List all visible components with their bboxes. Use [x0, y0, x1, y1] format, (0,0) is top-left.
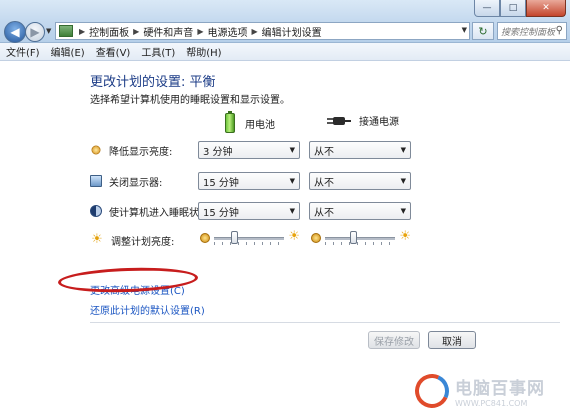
- sleep-plugged-value: 从不: [314, 207, 334, 219]
- battery-icon: [225, 111, 235, 133]
- chevron-down-icon: ▼: [400, 146, 406, 154]
- sun-icon: ☀: [91, 232, 103, 247]
- watermark-url: WWW.PC841.COM: [455, 399, 528, 408]
- setting-label-sleep: 使计算机进入睡眠状态:: [109, 207, 213, 219]
- breadcrumb-power-options[interactable]: 电源选项: [207, 24, 247, 39]
- turn-off-display-battery-select[interactable]: 15 分钟 ▼: [198, 172, 300, 190]
- back-arrow-icon[interactable]: ◀: [4, 21, 26, 43]
- menu-file[interactable]: 文件(F): [0, 44, 45, 59]
- address-dropdown-icon[interactable]: ▼: [462, 26, 467, 34]
- setting-row-dim-display: 降低显示亮度:: [90, 140, 172, 160]
- menu-bar: 文件(F) 编辑(E) 查看(V) 工具(T) 帮助(H): [0, 43, 570, 61]
- turn-off-display-battery-value: 15 分钟: [203, 177, 239, 189]
- setting-row-turn-off-display: 关闭显示器:: [90, 171, 162, 191]
- minimize-button[interactable]: —: [474, 0, 500, 17]
- brightness-plugged-thumb[interactable]: [350, 231, 358, 244]
- brightness-battery-slider[interactable]: ☀: [200, 229, 300, 247]
- chevron-down-icon: ▼: [400, 207, 406, 215]
- brightness-battery-thumb[interactable]: [231, 231, 238, 244]
- dim-brightness-icon: [311, 233, 321, 243]
- sleep-icon: [90, 205, 102, 217]
- dim-display-icon: [91, 145, 101, 155]
- divider: [90, 322, 560, 323]
- search-input[interactable]: 搜索控制面板 ⚲: [497, 22, 567, 40]
- menu-help[interactable]: 帮助(H): [180, 44, 226, 59]
- setting-label-dim-display: 降低显示亮度:: [109, 146, 173, 158]
- dim-display-plugged-value: 从不: [314, 146, 334, 158]
- dim-display-battery-select[interactable]: 3 分钟 ▼: [198, 141, 300, 159]
- column-header-battery: 用电池: [225, 111, 275, 133]
- save-changes-button[interactable]: 保存修改: [368, 331, 420, 349]
- sleep-battery-select[interactable]: 15 分钟 ▼: [198, 202, 300, 220]
- cancel-button[interactable]: 取消: [428, 331, 476, 349]
- dim-display-battery-value: 3 分钟: [203, 146, 233, 158]
- column-label-battery: 用电池: [245, 119, 275, 131]
- setting-label-brightness: 调整计划亮度:: [111, 236, 175, 248]
- search-icon[interactable]: ⚲: [556, 25, 563, 36]
- dim-display-plugged-select[interactable]: 从不 ▼: [309, 141, 411, 159]
- setting-row-brightness: ☀ 调整计划亮度:: [90, 230, 174, 250]
- breadcrumb-control-panel[interactable]: 控制面板: [89, 24, 129, 39]
- turn-off-display-plugged-select[interactable]: 从不 ▼: [309, 172, 411, 190]
- site-logo-icon: [410, 369, 454, 413]
- power-plug-icon: [325, 115, 351, 127]
- brightness-plugged-slider[interactable]: ☀: [311, 229, 411, 247]
- setting-row-sleep: 使计算机进入睡眠状态:: [90, 201, 212, 221]
- refresh-button[interactable]: ↻: [472, 22, 494, 40]
- control-panel-icon: [59, 25, 73, 37]
- recent-pages-chevron-icon[interactable]: ▼: [46, 27, 51, 35]
- menu-tools[interactable]: 工具(T): [135, 44, 180, 59]
- chevron-down-icon: ▼: [289, 146, 295, 154]
- menu-edit[interactable]: 编辑(E): [45, 44, 90, 59]
- breadcrumb-hardware-sound[interactable]: 硬件和声音: [143, 24, 193, 39]
- bright-icon: ☀: [288, 229, 300, 244]
- bright-icon: ☀: [399, 229, 411, 244]
- chevron-down-icon: ▼: [400, 177, 406, 185]
- sleep-plugged-select[interactable]: 从不 ▼: [309, 202, 411, 220]
- search-placeholder: 搜索控制面板: [501, 27, 556, 38]
- window-controls: — □ ✕: [474, 0, 566, 17]
- address-bar[interactable]: ▶ 控制面板 ▶ 硬件和声音 ▶ 电源选项 ▶ 编辑计划设置 ▼: [55, 22, 470, 40]
- setting-label-turn-off-display: 关闭显示器:: [109, 177, 163, 189]
- restore-defaults-link[interactable]: 还原此计划的默认设置(R): [90, 302, 205, 317]
- site-watermark: 电脑百事网 WWW.PC841.COM: [410, 368, 565, 414]
- turn-off-display-plugged-value: 从不: [314, 177, 334, 189]
- maximize-button[interactable]: □: [500, 0, 526, 17]
- dim-brightness-icon: [200, 233, 210, 243]
- breadcrumb-edit-plan-settings[interactable]: 编辑计划设置: [262, 24, 322, 39]
- page-title: 更改计划的设置: 平衡: [90, 75, 216, 90]
- column-header-plugged: 接通电源: [325, 113, 399, 128]
- window-titlebar: — □ ✕ ◀ ▶ ▼ ▶ 控制面板 ▶ 硬件和声音 ▶ 电源选项 ▶ 编辑计划…: [0, 0, 570, 43]
- chevron-down-icon: ▼: [289, 207, 295, 215]
- monitor-icon: [90, 175, 102, 187]
- menu-view[interactable]: 查看(V): [90, 44, 136, 59]
- column-label-plugged: 接通电源: [359, 117, 399, 128]
- watermark-text: 电脑百事网: [455, 379, 545, 399]
- close-button[interactable]: ✕: [526, 0, 566, 17]
- sleep-battery-value: 15 分钟: [203, 207, 239, 219]
- page-subtitle: 选择希望计算机使用的睡眠设置和显示设置。: [90, 95, 290, 106]
- chevron-down-icon: ▼: [289, 177, 295, 185]
- refresh-icon: ↻: [478, 24, 488, 38]
- main-content: 更改计划的设置: 平衡 选择希望计算机使用的睡眠设置和显示设置。 用电池 接通电…: [0, 61, 570, 418]
- forward-arrow-icon[interactable]: ▶: [25, 22, 45, 42]
